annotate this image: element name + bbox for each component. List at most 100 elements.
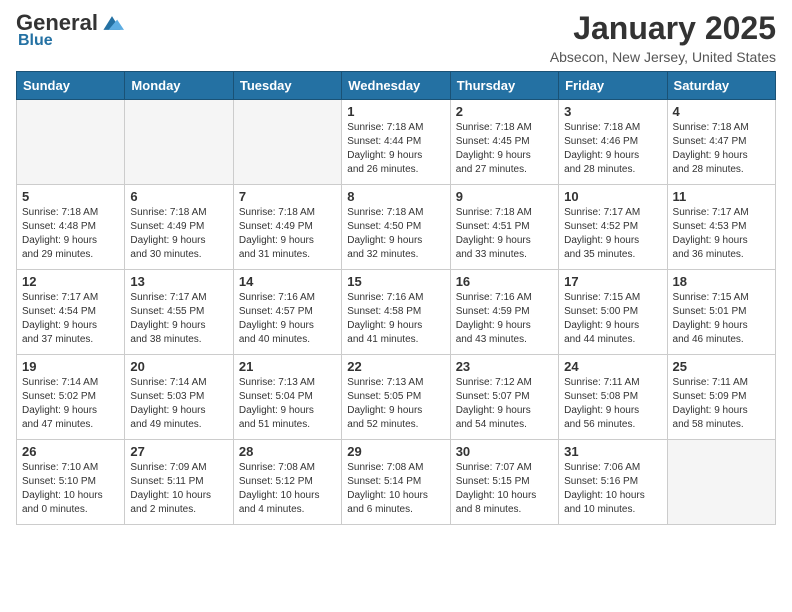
title-block: January 2025 Absecon, New Jersey, United… bbox=[550, 10, 776, 65]
day-info: Sunrise: 7:12 AM Sunset: 5:07 PM Dayligh… bbox=[456, 376, 553, 432]
col-tuesday: Tuesday bbox=[233, 72, 341, 100]
day-cell: 20Sunrise: 7:14 AM Sunset: 5:03 PM Dayli… bbox=[125, 355, 233, 440]
day-number: 15 bbox=[347, 274, 444, 289]
day-number: 14 bbox=[239, 274, 336, 289]
day-cell: 12Sunrise: 7:17 AM Sunset: 4:54 PM Dayli… bbox=[17, 270, 125, 355]
location-title: Absecon, New Jersey, United States bbox=[550, 49, 776, 65]
page: General Blue January 2025 Absecon, New J… bbox=[0, 0, 792, 541]
day-info: Sunrise: 7:18 AM Sunset: 4:46 PM Dayligh… bbox=[564, 121, 661, 177]
day-cell: 30 Sunrise: 7:07 AM Sunset: 5:15 PM Dayli… bbox=[450, 440, 558, 525]
week-row-5: 26 Sunrise: 7:10 AM Sunset: 5:10 PM Dayli… bbox=[17, 440, 776, 525]
day-info: Sunrise: 7:06 AM Sunset: 5:16 PM Dayligh… bbox=[564, 461, 661, 517]
day-info: Sunrise: 7:18 AM Sunset: 4:45 PM Dayligh… bbox=[456, 121, 553, 177]
day-cell: 6 Sunrise: 7:18 AM Sunset: 4:49 PM Daylig… bbox=[125, 185, 233, 270]
month-title: January 2025 bbox=[550, 10, 776, 47]
calendar-header-row: Sunday Monday Tuesday Wednesday Thursday… bbox=[17, 72, 776, 100]
day-number: 5 bbox=[22, 189, 119, 204]
day-info: Sunrise: 7:13 AM Sunset: 5:04 PM Dayligh… bbox=[239, 376, 336, 432]
day-info: Sunrise: 7:18 AM Sunset: 4:48 PM Dayligh… bbox=[22, 206, 119, 262]
day-cell: 19 Sunrise: 7:14 AM Sunset: 5:02 PM Dayli… bbox=[17, 355, 125, 440]
week-row-1: 1 Sunrise: 7:18 AM Sunset: 4:44 PM Daylig… bbox=[17, 100, 776, 185]
day-info: Sunrise: 7:18 AM Sunset: 4:44 PM Dayligh… bbox=[347, 121, 444, 177]
day-number: 24 bbox=[564, 359, 661, 374]
day-number: 17 bbox=[564, 274, 661, 289]
day-number: 22 bbox=[347, 359, 444, 374]
day-cell: 11 Sunrise: 7:17 AM Sunset: 4:53 PM Dayli… bbox=[667, 185, 775, 270]
day-number: 30 bbox=[456, 444, 553, 459]
logo-blue-label: Blue bbox=[18, 32, 53, 50]
day-info: Sunrise: 7:15 AM Sunset: 5:01 PM Dayligh… bbox=[673, 291, 770, 347]
day-info: Sunrise: 7:14 AM Sunset: 5:02 PM Dayligh… bbox=[22, 376, 119, 432]
day-cell: 18 Sunrise: 7:15 AM Sunset: 5:01 PM Dayli… bbox=[667, 270, 775, 355]
day-cell: 26 Sunrise: 7:10 AM Sunset: 5:10 PM Dayli… bbox=[17, 440, 125, 525]
day-cell: 29Sunrise: 7:08 AM Sunset: 5:14 PM Dayli… bbox=[342, 440, 450, 525]
col-saturday: Saturday bbox=[667, 72, 775, 100]
day-cell: 8Sunrise: 7:18 AM Sunset: 4:50 PM Daylig… bbox=[342, 185, 450, 270]
day-number: 19 bbox=[22, 359, 119, 374]
col-wednesday: Wednesday bbox=[342, 72, 450, 100]
day-cell: 9 Sunrise: 7:18 AM Sunset: 4:51 PM Daylig… bbox=[450, 185, 558, 270]
day-info: Sunrise: 7:11 AM Sunset: 5:09 PM Dayligh… bbox=[673, 376, 770, 432]
day-cell: 7Sunrise: 7:18 AM Sunset: 4:49 PM Daylig… bbox=[233, 185, 341, 270]
day-number: 9 bbox=[456, 189, 553, 204]
day-number: 16 bbox=[456, 274, 553, 289]
day-cell: 24Sunrise: 7:11 AM Sunset: 5:08 PM Dayli… bbox=[559, 355, 667, 440]
day-info: Sunrise: 7:13 AM Sunset: 5:05 PM Dayligh… bbox=[347, 376, 444, 432]
day-number: 3 bbox=[564, 104, 661, 119]
day-info: Sunrise: 7:14 AM Sunset: 5:03 PM Dayligh… bbox=[130, 376, 227, 432]
col-sunday: Sunday bbox=[17, 72, 125, 100]
col-monday: Monday bbox=[125, 72, 233, 100]
day-cell: 5 Sunrise: 7:18 AM Sunset: 4:48 PM Daylig… bbox=[17, 185, 125, 270]
day-number: 27 bbox=[130, 444, 227, 459]
day-cell: 13 Sunrise: 7:17 AM Sunset: 4:55 PM Dayli… bbox=[125, 270, 233, 355]
day-info: Sunrise: 7:08 AM Sunset: 5:12 PM Dayligh… bbox=[239, 461, 336, 517]
day-number: 26 bbox=[22, 444, 119, 459]
day-number: 7 bbox=[239, 189, 336, 204]
day-number: 6 bbox=[130, 189, 227, 204]
day-info: Sunrise: 7:18 AM Sunset: 4:47 PM Dayligh… bbox=[673, 121, 770, 177]
header: General Blue January 2025 Absecon, New J… bbox=[16, 10, 776, 65]
day-info: Sunrise: 7:16 AM Sunset: 4:57 PM Dayligh… bbox=[239, 291, 336, 347]
day-info: Sunrise: 7:17 AM Sunset: 4:55 PM Dayligh… bbox=[130, 291, 227, 347]
logo-icon bbox=[100, 14, 124, 32]
calendar: Sunday Monday Tuesday Wednesday Thursday… bbox=[16, 71, 776, 525]
logo: General Blue bbox=[16, 10, 124, 50]
day-cell: 14 Sunrise: 7:16 AM Sunset: 4:57 PM Dayli… bbox=[233, 270, 341, 355]
day-info: Sunrise: 7:10 AM Sunset: 5:10 PM Dayligh… bbox=[22, 461, 119, 517]
day-info: Sunrise: 7:18 AM Sunset: 4:49 PM Dayligh… bbox=[130, 206, 227, 262]
day-info: Sunrise: 7:16 AM Sunset: 4:59 PM Dayligh… bbox=[456, 291, 553, 347]
day-cell: 27 Sunrise: 7:09 AM Sunset: 5:11 PM Dayli… bbox=[125, 440, 233, 525]
day-number: 23 bbox=[456, 359, 553, 374]
day-number: 18 bbox=[673, 274, 770, 289]
day-info: Sunrise: 7:08 AM Sunset: 5:14 PM Dayligh… bbox=[347, 461, 444, 517]
day-number: 11 bbox=[673, 189, 770, 204]
day-cell: 31 Sunrise: 7:06 AM Sunset: 5:16 PM Dayli… bbox=[559, 440, 667, 525]
day-cell: 28 Sunrise: 7:08 AM Sunset: 5:12 PM Dayli… bbox=[233, 440, 341, 525]
day-cell: 4Sunrise: 7:18 AM Sunset: 4:47 PM Daylig… bbox=[667, 100, 775, 185]
day-cell: 2Sunrise: 7:18 AM Sunset: 4:45 PM Daylig… bbox=[450, 100, 558, 185]
day-info: Sunrise: 7:17 AM Sunset: 4:52 PM Dayligh… bbox=[564, 206, 661, 262]
day-cell: 1 Sunrise: 7:18 AM Sunset: 4:44 PM Daylig… bbox=[342, 100, 450, 185]
day-cell bbox=[125, 100, 233, 185]
day-cell: 15Sunrise: 7:16 AM Sunset: 4:58 PM Dayli… bbox=[342, 270, 450, 355]
day-info: Sunrise: 7:09 AM Sunset: 5:11 PM Dayligh… bbox=[130, 461, 227, 517]
day-info: Sunrise: 7:17 AM Sunset: 4:53 PM Dayligh… bbox=[673, 206, 770, 262]
day-info: Sunrise: 7:17 AM Sunset: 4:54 PM Dayligh… bbox=[22, 291, 119, 347]
day-number: 1 bbox=[347, 104, 444, 119]
day-info: Sunrise: 7:18 AM Sunset: 4:50 PM Dayligh… bbox=[347, 206, 444, 262]
day-cell bbox=[233, 100, 341, 185]
col-thursday: Thursday bbox=[450, 72, 558, 100]
day-cell: 21 Sunrise: 7:13 AM Sunset: 5:04 PM Dayli… bbox=[233, 355, 341, 440]
day-cell bbox=[17, 100, 125, 185]
day-number: 13 bbox=[130, 274, 227, 289]
day-info: Sunrise: 7:18 AM Sunset: 4:51 PM Dayligh… bbox=[456, 206, 553, 262]
day-number: 25 bbox=[673, 359, 770, 374]
day-info: Sunrise: 7:15 AM Sunset: 5:00 PM Dayligh… bbox=[564, 291, 661, 347]
week-row-3: 12Sunrise: 7:17 AM Sunset: 4:54 PM Dayli… bbox=[17, 270, 776, 355]
day-cell: 3 Sunrise: 7:18 AM Sunset: 4:46 PM Daylig… bbox=[559, 100, 667, 185]
day-number: 28 bbox=[239, 444, 336, 459]
day-cell: 16 Sunrise: 7:16 AM Sunset: 4:59 PM Dayli… bbox=[450, 270, 558, 355]
day-number: 21 bbox=[239, 359, 336, 374]
day-number: 31 bbox=[564, 444, 661, 459]
day-info: Sunrise: 7:07 AM Sunset: 5:15 PM Dayligh… bbox=[456, 461, 553, 517]
